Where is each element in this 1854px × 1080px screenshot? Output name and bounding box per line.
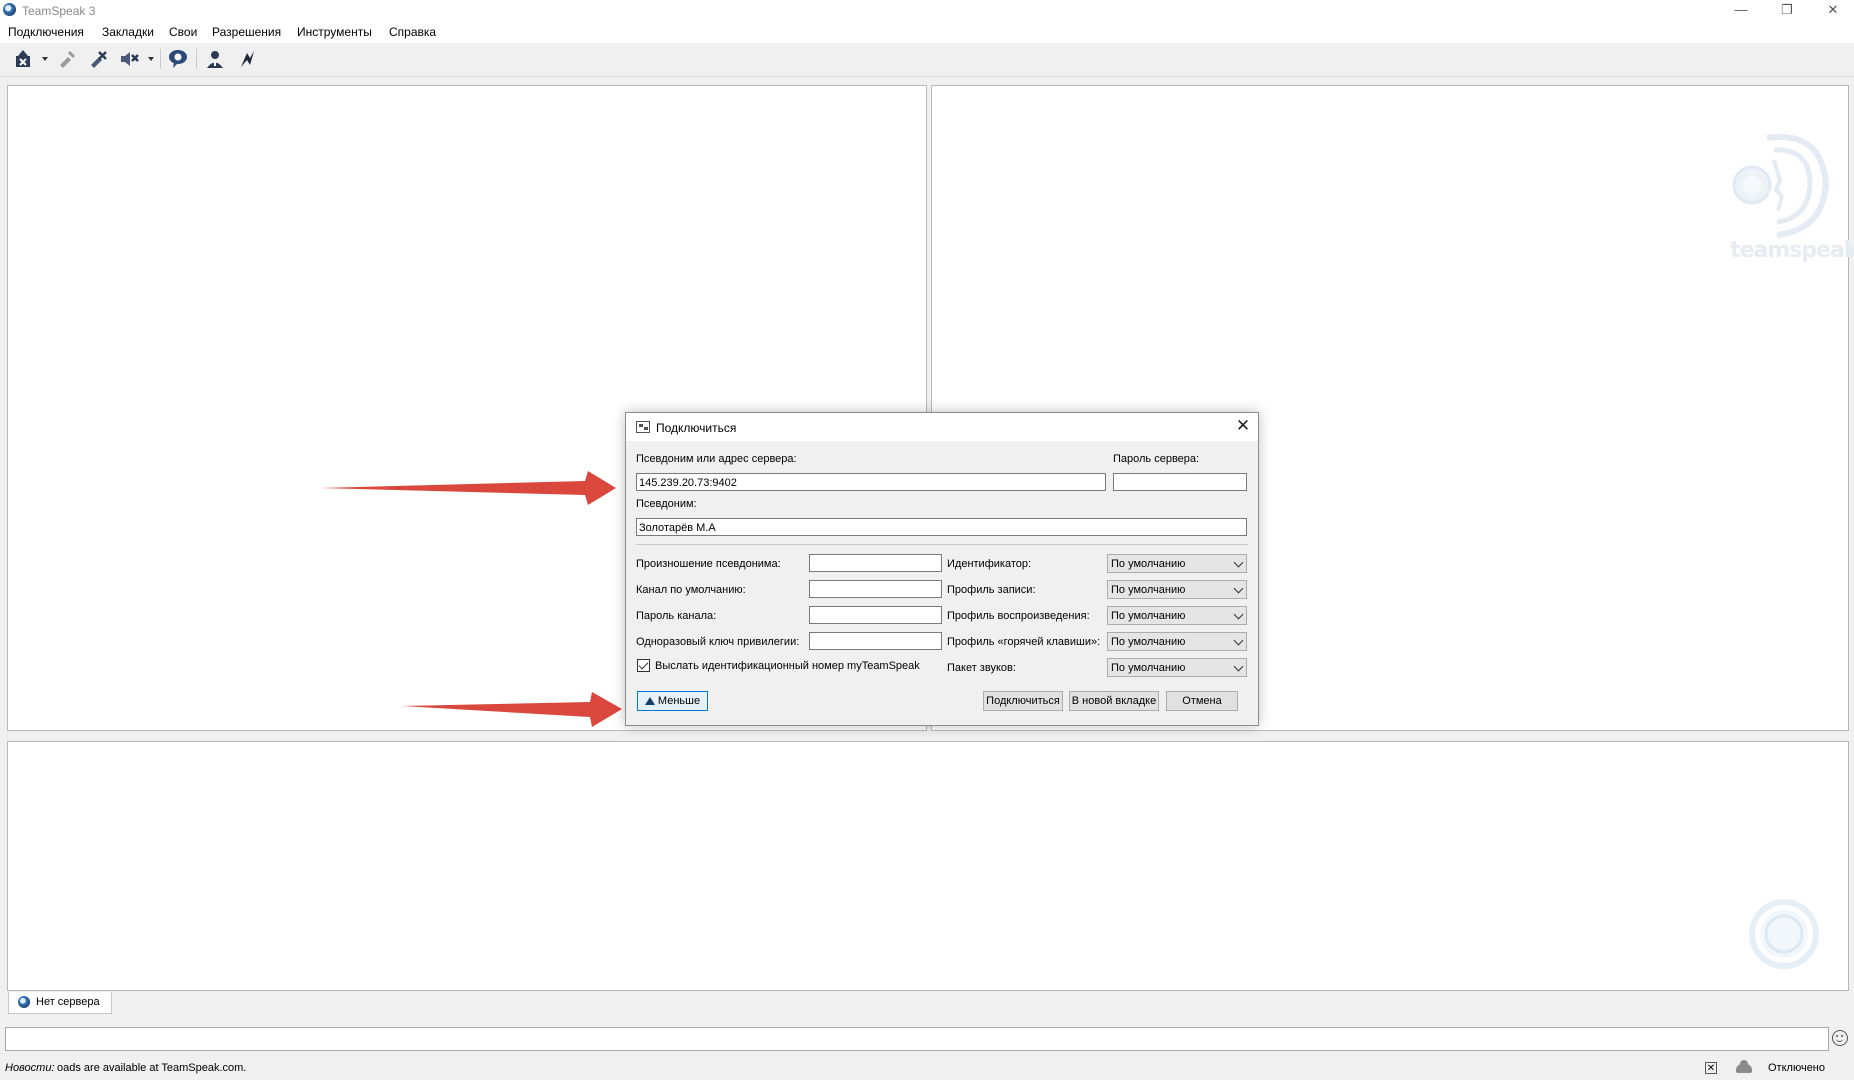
toolbar (0, 43, 1854, 77)
nickname-input[interactable]: Золотарёв М.А (636, 518, 1247, 536)
emoji-icon[interactable] (1832, 1030, 1848, 1046)
channel-password-label: Пароль канала: (636, 610, 717, 622)
news-label: Новости: (5, 1062, 55, 1074)
menu-bookmarks[interactable]: Закладки (102, 25, 154, 39)
server-password-label: Пароль сервера: (1113, 453, 1200, 465)
close-news-icon[interactable]: ✕ (1705, 1062, 1717, 1074)
chat-panel (7, 741, 1849, 991)
restore-button[interactable]: ❐ (1764, 0, 1810, 22)
capture-profile-label: Профиль записи: (947, 584, 1036, 596)
connect-dialog-icon (636, 421, 650, 433)
server-status-icon (18, 996, 30, 1008)
toolbar-separator (196, 49, 197, 69)
connect-dialog: Подключиться ✕ Псевдоним или адрес серве… (625, 412, 1259, 726)
cancel-button[interactable]: Отмена (1166, 691, 1238, 711)
chevron-down-icon (1233, 609, 1244, 620)
chevron-down-icon (1233, 635, 1244, 646)
playback-profile-value: По умолчанию (1111, 610, 1186, 622)
less-button-label: Меньше (657, 695, 701, 707)
send-id-checkbox[interactable] (637, 659, 650, 672)
phonetic-nickname-input[interactable] (809, 554, 942, 572)
disconnect-icon[interactable] (56, 48, 78, 70)
server-address-input[interactable]: 145.239.20.73:9402 (636, 473, 1106, 491)
toolbar-separator (160, 49, 161, 69)
privilege-key-input[interactable] (809, 632, 942, 650)
news-ticker[interactable]: oads are available at TeamSpeak.com. (57, 1062, 246, 1074)
playback-profile-select[interactable]: По умолчанию (1107, 606, 1247, 625)
teamspeak-app-icon (3, 3, 16, 16)
title-bar: TeamSpeak 3 — ❐ ✕ (0, 0, 1854, 22)
window-title: TeamSpeak 3 (22, 4, 96, 18)
mute-speakers-icon[interactable] (118, 48, 140, 70)
ts-ring-logo-icon (1749, 899, 1819, 969)
chevron-down-icon (1233, 661, 1244, 672)
menu-self[interactable]: Свои (169, 25, 197, 39)
menu-tools[interactable]: Инструменты (297, 25, 372, 39)
default-channel-label: Канал по умолчанию: (636, 584, 746, 596)
connection-status: Отключено (1768, 1062, 1825, 1074)
capture-profile-value: По умолчанию (1111, 584, 1186, 596)
new-tab-button[interactable]: В новой вкладке (1069, 691, 1159, 711)
cloud-icon (1736, 1060, 1752, 1073)
subscribe-icon[interactable] (236, 48, 258, 70)
menu-permissions[interactable]: Разрешения (212, 25, 281, 39)
connect-dropdown-icon[interactable] (42, 57, 48, 61)
menu-connections[interactable]: Подключения (8, 25, 84, 39)
away-icon[interactable] (167, 48, 189, 70)
dialog-title-bar: Подключиться ✕ (626, 413, 1258, 441)
menu-help[interactable]: Справка (389, 25, 436, 39)
connect-button[interactable]: Подключиться (983, 691, 1063, 711)
server-tab-label: Нет сервера (36, 996, 100, 1008)
privilege-key-label: Одноразовый ключ привилегии: (636, 636, 800, 648)
channel-password-input[interactable] (809, 606, 942, 624)
playback-profile-label: Профиль воспроизведения: (947, 610, 1090, 622)
speakers-dropdown-icon[interactable] (148, 57, 154, 61)
sound-pack-label: Пакет звуков: (947, 662, 1016, 674)
connect-icon[interactable] (13, 48, 35, 70)
chat-input[interactable] (5, 1027, 1829, 1051)
capture-profile-select[interactable]: По умолчанию (1107, 580, 1247, 599)
chevron-down-icon (1233, 583, 1244, 594)
hotkey-profile-label: Профиль «горячей клавиши»: (947, 636, 1101, 648)
server-password-input[interactable] (1113, 473, 1247, 491)
dialog-divider (636, 544, 1248, 545)
dialog-title: Подключиться (656, 421, 737, 435)
hotkey-profile-value: По умолчанию (1111, 636, 1186, 648)
server-address-label: Псевдоним или адрес сервера: (636, 453, 797, 465)
identity-select[interactable]: По умолчанию (1107, 554, 1247, 573)
chevron-down-icon (1233, 557, 1244, 568)
send-id-label[interactable]: Выслать идентификационный номер myTeamSp… (655, 660, 920, 672)
minimize-button[interactable]: — (1718, 0, 1764, 22)
phonetic-nickname-label: Произношение псевдонима: (636, 558, 781, 570)
close-window-button[interactable]: ✕ (1810, 0, 1854, 22)
nickname-label: Псевдоним: (636, 498, 697, 510)
status-bar: Новости: oads are available at TeamSpeak… (0, 1058, 1854, 1080)
identity-select-value: По умолчанию (1111, 558, 1186, 570)
sound-pack-select[interactable]: По умолчанию (1107, 658, 1247, 677)
annotation-arrow-less (402, 692, 622, 727)
default-channel-input[interactable] (809, 580, 942, 598)
contacts-icon[interactable] (204, 48, 226, 70)
watermark-brand-text: teamspeak (1730, 238, 1854, 263)
annotation-arrow-address (320, 471, 616, 505)
mute-microphone-icon[interactable] (87, 48, 109, 70)
teamspeak-watermark-logo-icon (1732, 134, 1830, 238)
sound-pack-value: По умолчанию (1111, 662, 1186, 674)
identity-label: Идентификатор: (947, 558, 1032, 570)
less-button[interactable]: Меньше (637, 691, 708, 711)
menu-bar: Подключения Закладки Свои Разрешения Инс… (0, 22, 1854, 43)
hotkey-profile-select[interactable]: По умолчанию (1107, 632, 1247, 651)
dialog-close-icon[interactable]: ✕ (1234, 417, 1252, 435)
server-tab[interactable]: Нет сервера (8, 992, 112, 1014)
triangle-up-icon (644, 697, 655, 705)
